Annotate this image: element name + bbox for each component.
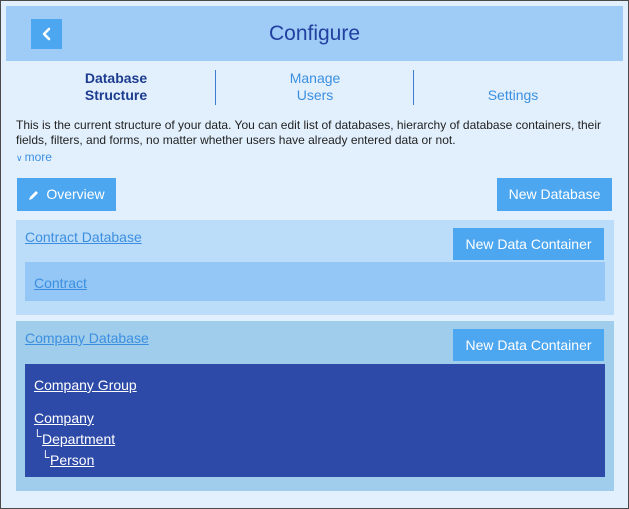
tab-label-line1: Database: [84, 70, 148, 86]
container-group-link[interactable]: Company Group: [34, 377, 137, 393]
overview-button[interactable]: Overview: [17, 178, 116, 211]
back-button[interactable]: [31, 19, 62, 49]
tab-label-line2: Users: [296, 87, 334, 103]
more-label: more: [24, 150, 52, 164]
new-data-container-button[interactable]: New Data Container: [453, 329, 604, 361]
database-panel-company: Company Database New Data Container Comp…: [16, 321, 614, 491]
overview-label: Overview: [46, 186, 105, 202]
tab-bar: Database Structure Manage Users Settings: [6, 63, 623, 111]
container-link-contract[interactable]: Contract: [34, 275, 87, 291]
chevron-down-icon: ∨: [16, 153, 23, 163]
container-list: Contract: [25, 262, 605, 301]
more-link[interactable]: ∨ more: [16, 150, 52, 164]
configure-window: Configure Database Structure Manage User…: [0, 0, 629, 509]
container-group-selected: Company Group Company └ Department └ Per…: [25, 364, 605, 477]
page-title: Configure: [268, 22, 361, 45]
container-link-company[interactable]: Company: [34, 410, 94, 426]
pencil-icon: [29, 191, 39, 201]
tab-divider: [413, 70, 414, 105]
database-name-link[interactable]: Company Database: [25, 330, 149, 346]
new-database-button[interactable]: New Database: [497, 178, 612, 211]
container-link-person[interactable]: Person: [50, 452, 94, 468]
tab-divider: [215, 70, 216, 105]
database-panel-contract: Contract Database New Data Container Con…: [16, 220, 614, 315]
tab-database-structure[interactable]: Database Structure: [51, 70, 181, 118]
tab-label: Settings: [487, 87, 539, 103]
structure-description: This is the current structure of your da…: [16, 118, 601, 147]
database-name-link[interactable]: Contract Database: [25, 229, 142, 245]
tree-branch-icon: └: [41, 450, 50, 464]
tree-branch-icon: └: [33, 429, 42, 443]
chevron-left-icon: [42, 27, 51, 41]
tab-manage-users[interactable]: Manage Users: [250, 70, 380, 118]
header-bar: Configure: [6, 6, 623, 61]
container-link-department[interactable]: Department: [42, 431, 115, 447]
tab-label-line2: Structure: [84, 87, 148, 103]
new-data-container-button[interactable]: New Data Container: [453, 228, 604, 260]
tab-label-line1: Manage: [289, 70, 341, 86]
